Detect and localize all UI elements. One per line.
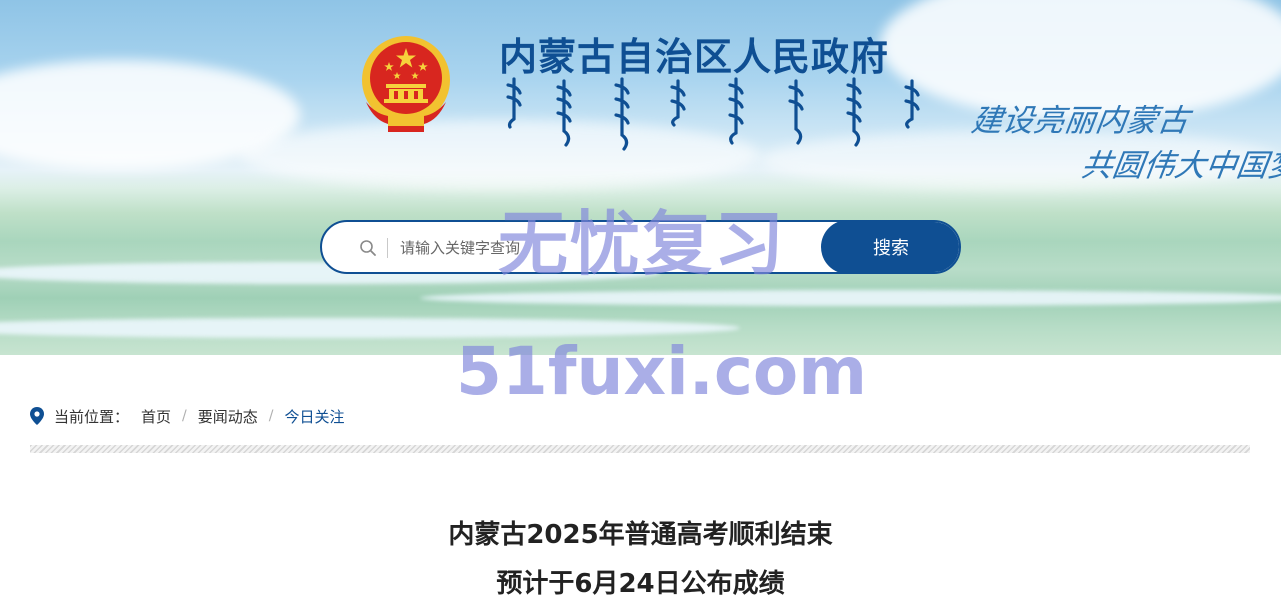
slogan-line-2: 共圆伟大中国梦 xyxy=(1078,148,1281,184)
mongolian-script-title xyxy=(506,77,920,151)
slogan-line-1: 建设亮丽内蒙古 xyxy=(968,103,1192,139)
breadcrumb-label: 当前位置： xyxy=(54,407,130,426)
search-divider xyxy=(387,238,388,258)
breadcrumb-current-link[interactable]: 今日关注 xyxy=(284,406,344,427)
search-input[interactable] xyxy=(400,232,810,264)
article-title-line-2: 预计于6月24日公布成绩 xyxy=(496,569,785,599)
search-icon xyxy=(360,240,376,256)
location-pin-icon xyxy=(30,407,44,425)
river-decoration xyxy=(0,318,740,338)
breadcrumb-home-link[interactable]: 首页 xyxy=(141,406,171,427)
site-title: 内蒙古自治区人民政府 xyxy=(499,35,890,79)
national-emblem-logo xyxy=(362,36,450,132)
river-decoration xyxy=(420,290,1281,306)
search-button[interactable]: 搜索 xyxy=(821,222,959,272)
breadcrumb-separator: / xyxy=(182,408,187,424)
search-bar: 搜索 xyxy=(320,220,961,274)
article-title-line-1: 内蒙古2025年普通高考顺利结束 xyxy=(448,520,833,550)
breadcrumb: 当前位置： 首页 / 要闻动态 / 今日关注 xyxy=(30,404,345,428)
header-banner: 内蒙古自治区人民政府 建设亮丽内蒙古 共圆伟大中国梦 搜索 xyxy=(0,0,1281,355)
breadcrumb-separator: / xyxy=(268,408,274,424)
hatched-divider xyxy=(30,445,1250,453)
breadcrumb-news-link[interactable]: 要闻动态 xyxy=(198,406,258,427)
